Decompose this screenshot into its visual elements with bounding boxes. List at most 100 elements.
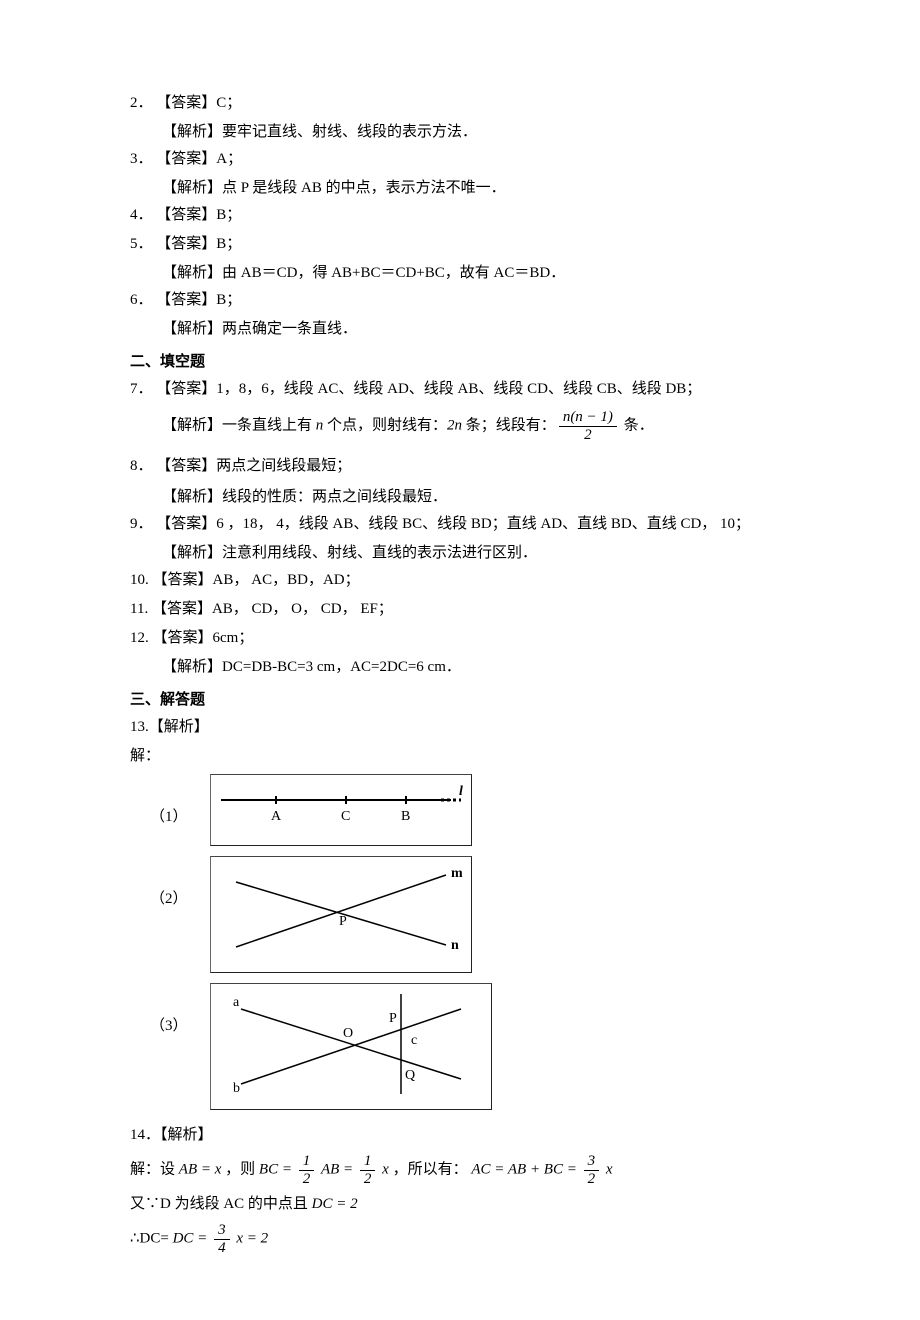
jie-label: 解： xyxy=(130,1161,160,1177)
answer-value: 两点之间线段最短； xyxy=(216,458,351,474)
item-14: 14．【解析】 xyxy=(130,1122,800,1149)
frac-bot: 2 xyxy=(360,1171,376,1188)
item-8: 8． 【答案】两点之间线段最短； xyxy=(130,453,800,480)
item-num: 11. xyxy=(130,601,148,617)
frac-top: 1 xyxy=(299,1153,315,1171)
frac-top: 3 xyxy=(214,1222,230,1240)
answer-value: B； xyxy=(216,236,241,252)
answer-value: 6 ，18， 4，线段 AB、线段 BC、线段 BD；直线 AD、直线 BD、直… xyxy=(216,516,750,532)
figure-2-num: （2） xyxy=(150,856,210,913)
ac-eq: AC = AB + BC = xyxy=(471,1161,577,1177)
segments-fraction: n(n − 1)2 xyxy=(559,409,617,443)
frac-bot: 2 xyxy=(584,1171,600,1188)
answer-label: 【答案】 xyxy=(153,572,213,588)
answer-label: 【答案】 xyxy=(156,236,216,252)
figure-1-svg: A C B l xyxy=(211,775,471,835)
label-P: P xyxy=(339,914,347,929)
frac-bot: 4 xyxy=(214,1240,230,1257)
q13-figures: （1） A C B l （2） P m n xyxy=(150,774,800,1110)
ab-half: AB = xyxy=(321,1161,353,1177)
answer-value: B； xyxy=(216,292,241,308)
item-7-expl: 【解析】一条直线上有 n 个点，则射线有：2n 条；线段有：n(n − 1)2 … xyxy=(162,409,800,443)
q14-line-3: ∴DC= DC = 34 x = 2 xyxy=(130,1222,800,1256)
three-half: 32 xyxy=(584,1153,600,1187)
item-num: 6． xyxy=(130,292,153,308)
text: ∴DC= xyxy=(130,1230,173,1246)
item-5: 5． 【答案】B； xyxy=(130,231,800,258)
mc-answers: 2． 【答案】C； 【解析】要牢记直线、射线、线段的表示方法． 3． 【答案】A… xyxy=(130,90,800,343)
bc-eq: BC = xyxy=(259,1161,292,1177)
fill-answers: 7． 【答案】 1，8，6，线段 AC、线段 AD、线段 AB、线段 CD、线段 … xyxy=(130,376,800,681)
label-C: C xyxy=(341,809,350,824)
section-fill-heading: 二、填空题 xyxy=(130,349,800,376)
item-num: 10. xyxy=(130,572,149,588)
answer-label: 【答案】 xyxy=(156,151,216,167)
answer-label: 【答案】 xyxy=(156,458,216,474)
explain-label: 【解析】 xyxy=(162,180,222,196)
x-eq-2: x = 2 xyxy=(236,1230,268,1246)
explain-text: 要牢记直线、射线、线段的表示方法． xyxy=(222,124,477,140)
answer-label: 【答案】 xyxy=(156,95,216,111)
item-10: 10. 【答案】AB， AC，BD，AD； xyxy=(130,567,800,594)
answer-value: 1，8，6，线段 AC、线段 AD、线段 AB、线段 CD、线段 CB、线段 D… xyxy=(216,381,701,397)
explain-label: 【解析】 xyxy=(162,417,222,433)
item-num: 13. xyxy=(130,719,149,735)
figure-3-svg: a b c O P Q xyxy=(211,984,491,1099)
explain-text: 线段的性质：两点之间线段最短． xyxy=(222,489,447,505)
item-13: 13.【解析】 xyxy=(130,714,800,741)
dc-eq-2: DC = 2 xyxy=(312,1196,358,1212)
label-l: l xyxy=(459,784,463,799)
answer-label: 【答案】 xyxy=(156,207,216,223)
label-Q: Q xyxy=(405,1068,415,1083)
answer-value: AB， CD， O， CD， EF； xyxy=(212,601,393,617)
figure-1-num: （1） xyxy=(150,774,210,831)
explain-label: 【解析】 xyxy=(162,489,222,505)
figure-1-box: A C B l xyxy=(210,774,472,846)
frac-bot: 2 xyxy=(299,1171,315,1188)
label-m: m xyxy=(451,866,463,881)
text: 条；线段有： xyxy=(462,417,556,433)
section-solve-heading: 三、解答题 xyxy=(130,687,800,714)
q14-line-1: 解：设 AB = x ，则 BC = 12 AB = 12 x ，所以有： AC… xyxy=(130,1153,800,1187)
explain-label: 【解析】 xyxy=(162,545,222,561)
explain-label: 【解析】 xyxy=(162,265,222,281)
answer-label: 【答案】 xyxy=(153,630,213,646)
text: 个点，则射线有： xyxy=(323,417,447,433)
figure-2-box: P m n xyxy=(210,856,472,973)
explain-text: 注意利用线段、射线、直线的表示法进行区别． xyxy=(222,545,537,561)
item-num: 14． xyxy=(130,1127,160,1143)
rays-2n: 2n xyxy=(447,417,462,433)
text: 又∵D 为线段 AC 的中点且 xyxy=(130,1196,312,1212)
item-num: 4． xyxy=(130,207,153,223)
text: 条． xyxy=(620,417,654,433)
ab-eq-x: AB = x xyxy=(179,1161,222,1177)
item-6: 6． 【答案】B； xyxy=(130,287,800,314)
item-num: 3． xyxy=(130,151,153,167)
answer-label: 【答案】 xyxy=(156,292,216,308)
item-num: 12. xyxy=(130,630,149,646)
answer-value: AB， AC，BD，AD； xyxy=(213,572,360,588)
text: ，则 xyxy=(221,1161,259,1177)
explain-label: 【解析】 xyxy=(160,1127,213,1143)
figure-2-svg: P m n xyxy=(211,857,471,962)
explain-label: 【解析】 xyxy=(149,719,209,735)
three-quarter: 34 xyxy=(214,1222,230,1256)
answer-value: 6cm； xyxy=(213,630,254,646)
item-5-expl: 【解析】由 AB＝CD，得 AB+BC＝CD+BC，故有 AC＝BD． xyxy=(162,260,800,287)
figure-3-box: a b c O P Q xyxy=(210,983,492,1110)
explain-text: DC=DB-BC=3 cm，AC=2DC=6 cm． xyxy=(222,659,461,675)
label-B: B xyxy=(401,809,410,824)
label-O: O xyxy=(343,1026,353,1041)
item-num: 7． xyxy=(130,381,153,397)
text: 设 xyxy=(160,1161,179,1177)
item-7: 7． 【答案】1，8，6，线段 AC、线段 AD、线段 AB、线段 CD、线段 … xyxy=(130,376,800,403)
item-num: 5． xyxy=(130,236,153,252)
answer-value: A； xyxy=(216,151,242,167)
item-12: 12. 【答案】6cm； xyxy=(130,625,800,652)
answer-label: 【答案】 xyxy=(152,601,212,617)
item-2-expl: 【解析】要牢记直线、射线、线段的表示方法． xyxy=(162,119,800,146)
item-3: 3． 【答案】A； xyxy=(130,146,800,173)
explain-label: 【解析】 xyxy=(162,659,222,675)
explain-text: 由 AB＝CD，得 AB+BC＝CD+BC，故有 AC＝BD． xyxy=(222,265,565,281)
figure-2: （2） P m n xyxy=(150,856,800,973)
